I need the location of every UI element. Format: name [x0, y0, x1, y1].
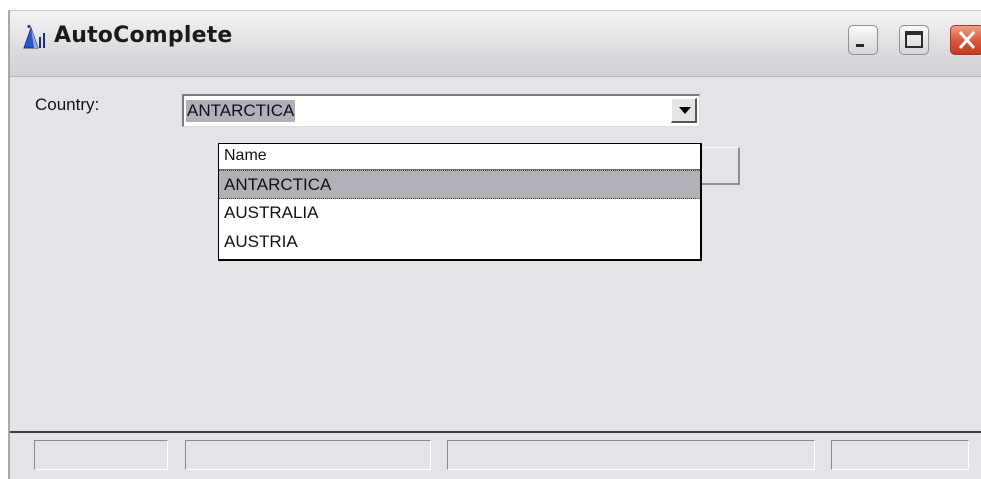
close-button[interactable]: [950, 25, 981, 55]
app-pyramid-icon: [22, 24, 48, 50]
minimize-button[interactable]: [848, 25, 878, 55]
app-window: AutoComplete Country: ANTARCTICA Name AN…: [8, 10, 981, 479]
country-combobox-value[interactable]: ANTARCTICA: [186, 100, 296, 122]
maximize-icon: [905, 31, 923, 48]
title-bar[interactable]: AutoComplete: [10, 11, 981, 77]
minimize-icon: [856, 44, 864, 47]
partially-hidden-button[interactable]: [700, 147, 740, 185]
client-area: Country: ANTARCTICA Name ANTARCTICA AUST…: [10, 77, 981, 433]
maximize-button[interactable]: [899, 25, 929, 55]
dropdown-column-header: Name: [219, 144, 700, 170]
close-icon: [958, 31, 976, 49]
status-panel: [34, 440, 168, 470]
country-dropdown-list[interactable]: Name ANTARCTICA AUSTRALIA AUSTRIA: [218, 143, 702, 261]
window-title: AutoComplete: [54, 23, 233, 48]
status-bar: [10, 431, 981, 479]
dropdown-item[interactable]: AUSTRIA: [219, 228, 700, 257]
country-combobox[interactable]: ANTARCTICA: [182, 94, 700, 127]
dropdown-item[interactable]: AUSTRALIA: [219, 199, 700, 228]
status-panel: [447, 440, 815, 470]
dropdown-item[interactable]: ANTARCTICA: [219, 170, 700, 199]
country-label: Country:: [35, 95, 100, 114]
dropdown-arrow-button[interactable]: [671, 98, 697, 123]
status-panel: [185, 440, 431, 470]
status-panel: [831, 440, 969, 470]
